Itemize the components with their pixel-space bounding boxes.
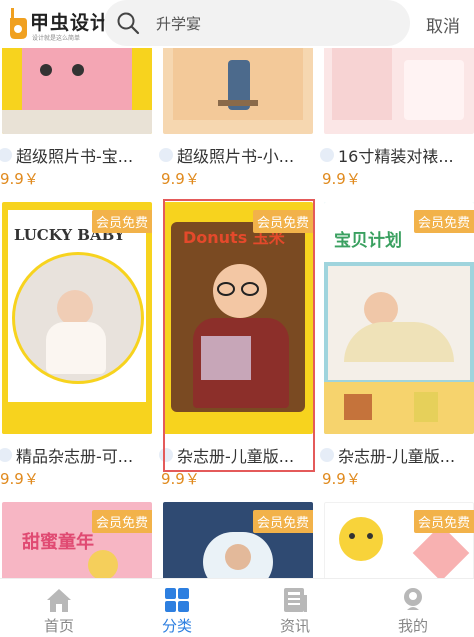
bottom-tab-bar: 首页 分类 资讯 我的 (0, 578, 474, 637)
template-grid: 超级照片书-宝... 9.9￥ 超级照片书-小... 9.9￥ 16寸精装对裱.… (0, 48, 474, 578)
card-title-row: 超级照片书-小... (159, 144, 313, 166)
card-title: 超级照片书-小... (177, 147, 295, 166)
card-title: 超级照片书-宝... (16, 147, 134, 166)
member-free-badge: 会员免费 (413, 510, 474, 533)
news-icon (284, 588, 307, 612)
member-free-badge: 会员免费 (91, 210, 152, 233)
thumb-art-text: 宝贝计划 (334, 231, 402, 251)
search-input[interactable]: 升学宴 (104, 0, 410, 46)
card-title-row: 精品杂志册-可... (0, 444, 152, 466)
card-price: 9.9￥ (322, 170, 361, 188)
card-title: 精品杂志册-可... (16, 447, 134, 466)
template-thumbnail (163, 48, 313, 134)
cancel-button[interactable]: 取消 (426, 12, 460, 37)
search-query: 升学宴 (156, 15, 202, 33)
thumb-art-text: 甜蜜童年 (22, 532, 94, 553)
logo-text: 甲虫设计 (30, 12, 111, 34)
card-price: 9.9￥ (0, 470, 39, 488)
card-price: 9.9￥ (161, 170, 200, 188)
top-bar: 甲虫设计 设计就是这么简单 升学宴 取消 (0, 0, 474, 48)
card-dot-icon (320, 448, 334, 462)
app-screen: 甲虫设计 设计就是这么简单 升学宴 取消 超级照片书-宝... 9.9￥ 超级照… (0, 0, 474, 637)
card-dot-icon (0, 448, 12, 462)
card-title: 16寸精装对裱... (338, 147, 454, 166)
card-dot-icon (159, 148, 173, 162)
template-thumbnail: 宝贝计划 (324, 202, 474, 434)
grid-icon (165, 588, 189, 612)
home-icon (47, 589, 71, 612)
search-icon (117, 12, 140, 35)
tab-category[interactable]: 分类 (118, 579, 236, 637)
tab-home[interactable]: 首页 (0, 579, 118, 637)
member-free-badge: 会员免费 (252, 510, 313, 533)
template-thumbnail (324, 48, 474, 134)
card-price: 9.9￥ (322, 470, 361, 488)
member-free-badge: 会员免费 (91, 510, 152, 533)
selected-card-outline (163, 199, 315, 472)
tab-label: 首页 (43, 617, 74, 635)
tab-profile[interactable]: 我的 (354, 579, 472, 637)
card-title-row: 超级照片书-宝... (0, 144, 152, 166)
user-icon (404, 588, 422, 610)
tab-news[interactable]: 资讯 (236, 579, 354, 637)
tab-label: 分类 (161, 617, 192, 635)
card-title: 杂志册-儿童版... (338, 447, 456, 466)
tab-label: 资讯 (279, 617, 310, 635)
template-thumbnail (2, 48, 152, 134)
card-title-row: 杂志册-儿童版... (320, 444, 474, 466)
card-dot-icon (320, 148, 334, 162)
template-thumbnail: LUCKY BABY (2, 202, 152, 434)
member-free-badge: 会员免费 (413, 210, 474, 233)
logo-tagline: 设计就是这么简单 (32, 35, 81, 42)
tab-label: 我的 (397, 617, 428, 635)
card-dot-icon (0, 148, 12, 162)
logo[interactable]: 甲虫设计 设计就是这么简单 (6, 6, 109, 42)
beetle-logo-icon (10, 8, 27, 39)
card-title-row: 16寸精装对裱... (320, 144, 474, 166)
card-price: 9.9￥ (0, 170, 39, 188)
